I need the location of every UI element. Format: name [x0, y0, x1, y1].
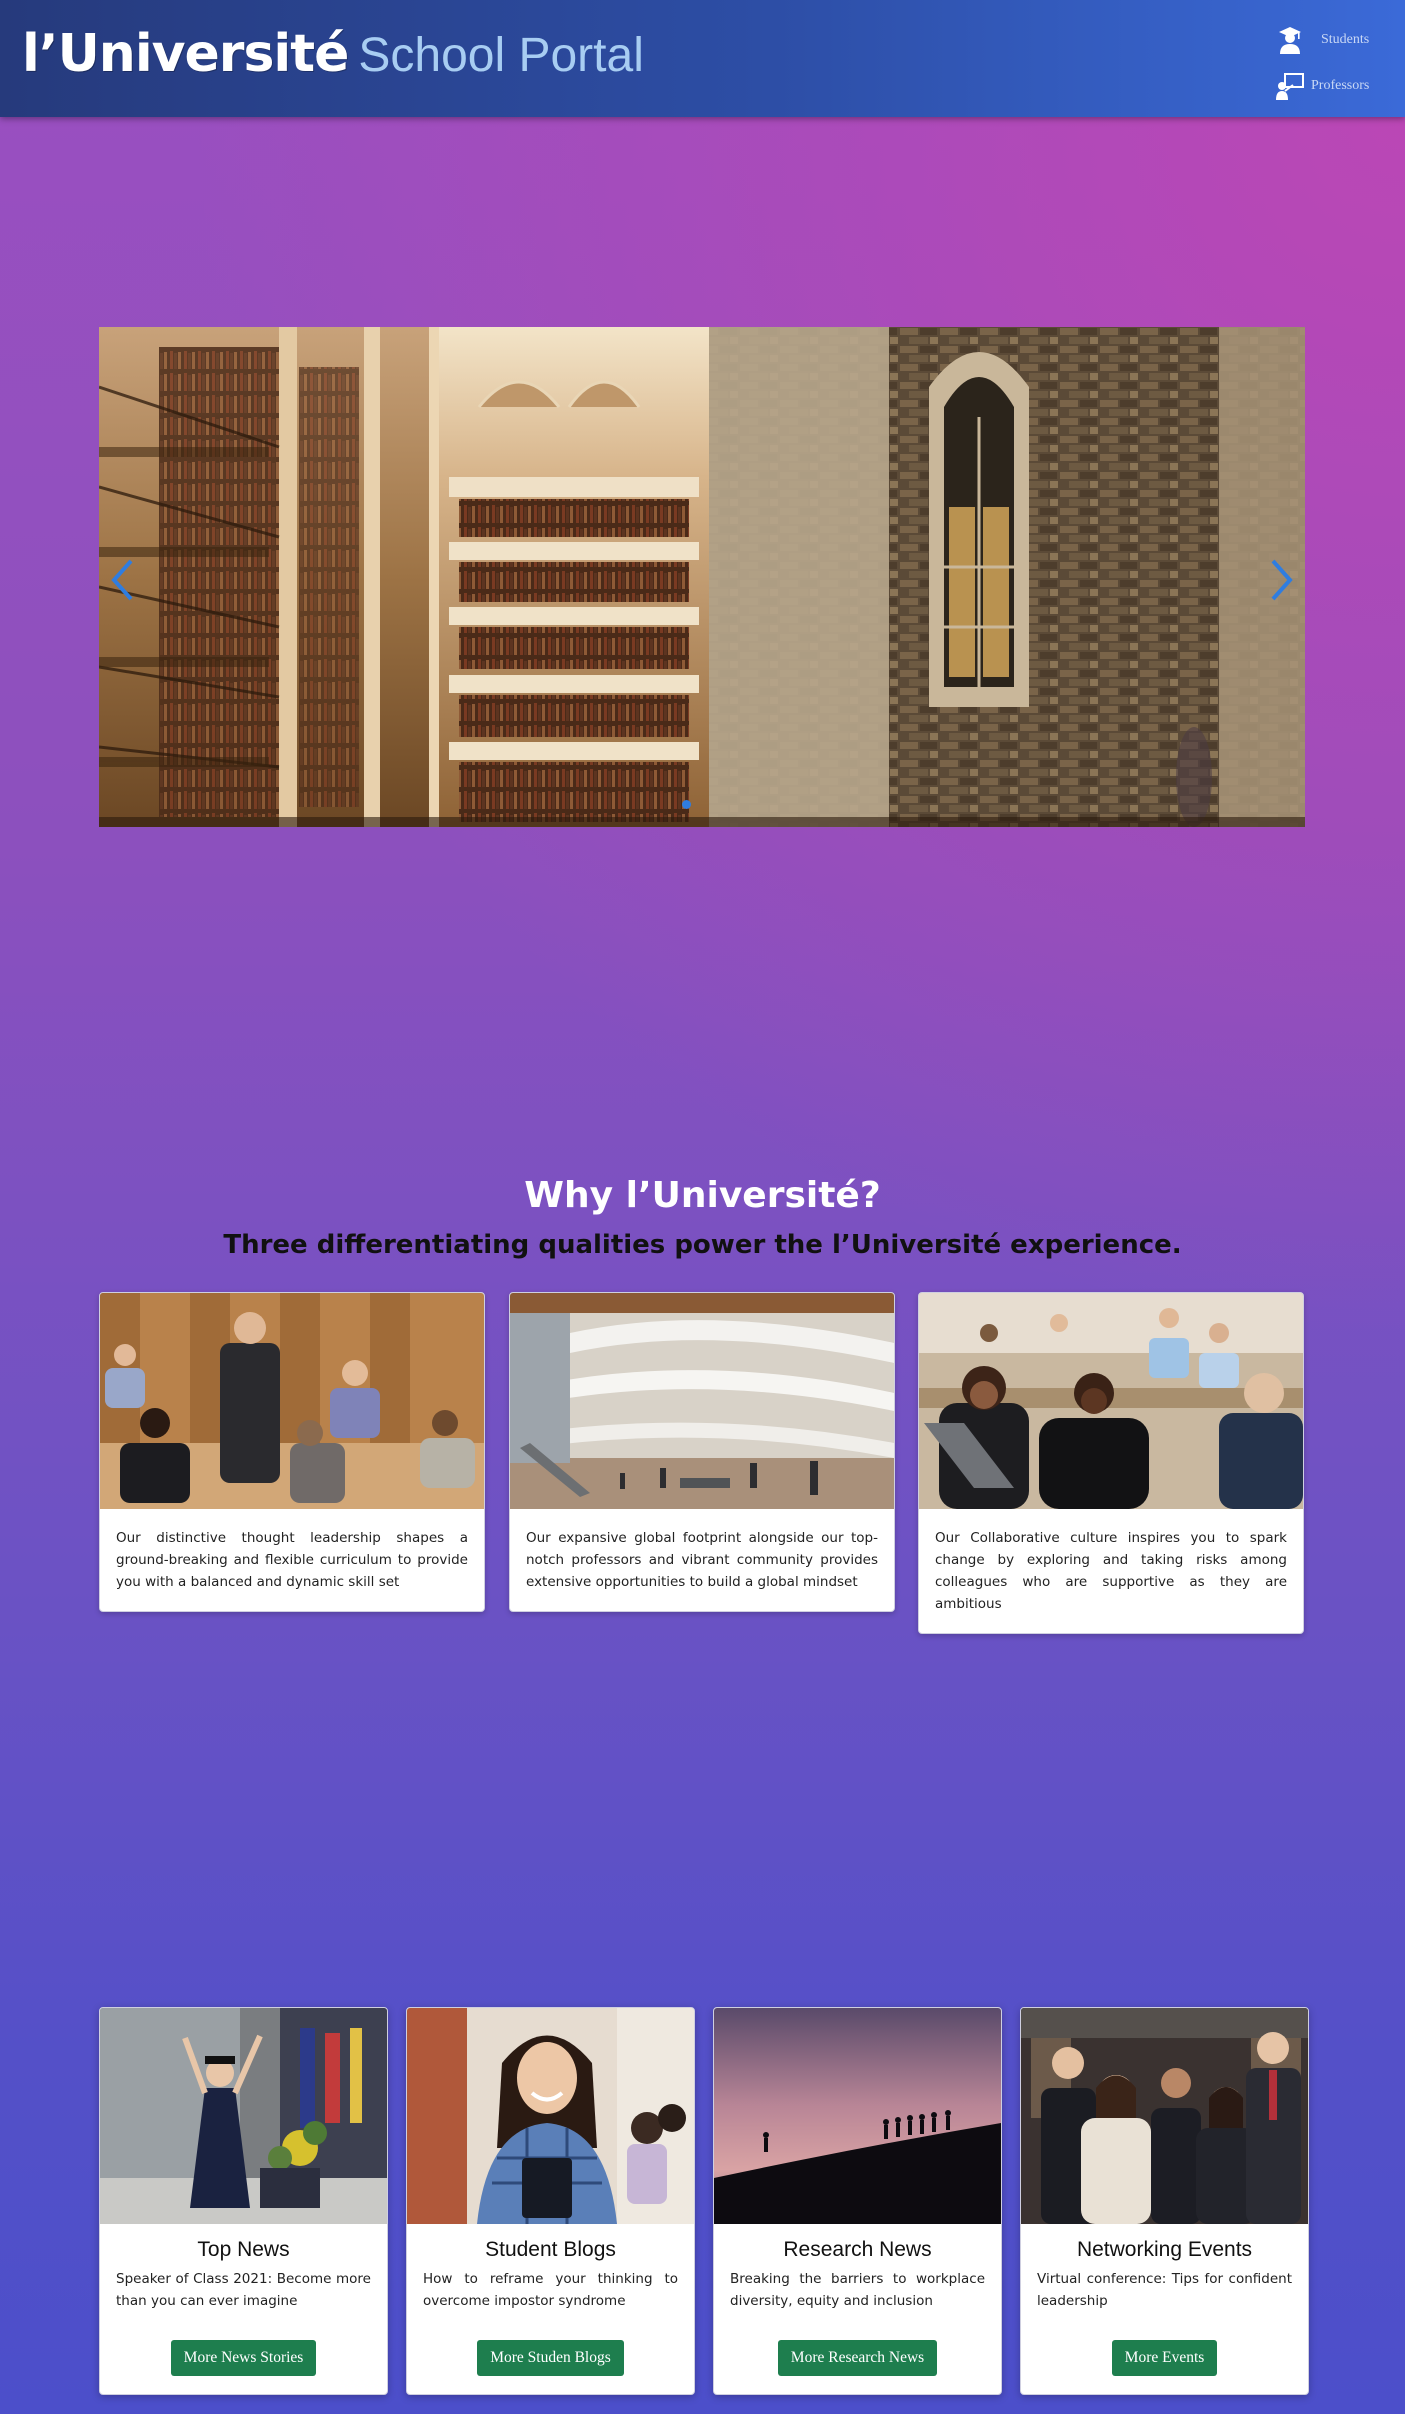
- news-card-student-blogs: Student Blogs How to reframe your thinki…: [406, 2007, 695, 2395]
- why-title: Why l’Université?: [524, 1175, 881, 1216]
- more-events-button[interactable]: More Events: [1111, 2340, 1218, 2376]
- brand-portal-text: School Portal: [358, 29, 644, 82]
- professionals-group-photo: [1021, 2008, 1308, 2224]
- hill-silhouette-photo: [714, 2008, 1001, 2224]
- quality-card: Our expansive global footprint alongside…: [509, 1292, 895, 1612]
- brand-name: l’Université: [22, 24, 349, 84]
- student-icon: [1279, 27, 1301, 54]
- nav-professors-label: Professors: [1311, 78, 1370, 93]
- nav-professors[interactable]: Professors: [1275, 66, 1395, 106]
- carousel-indicator-dot[interactable]: [682, 800, 691, 809]
- quality-card-text: Our distinctive thought leadership shape…: [116, 1530, 468, 1590]
- news-card-text: Virtual conference: Tips for confident l…: [1037, 2271, 1292, 2309]
- professor-icon: [1276, 73, 1304, 100]
- quality-card-text: Our Collaborative culture inspires you t…: [935, 1530, 1287, 1612]
- news-card-title: Networking Events: [1076, 2238, 1253, 2261]
- nav-students-label: Students: [1321, 32, 1370, 47]
- chevron-left-icon[interactable]: [105, 555, 141, 605]
- news-card-text: Breaking the barriers to workplace diver…: [730, 2271, 985, 2309]
- news-card-title: Student Blogs: [485, 2238, 616, 2261]
- student-portrait-photo: [407, 2008, 694, 2224]
- graduate-celebration-photo: [100, 2008, 387, 2224]
- why-subtitle: Three differentiating qualities power th…: [223, 1230, 1182, 1260]
- more-news-stories-button[interactable]: More News Stories: [170, 2340, 317, 2376]
- quality-card-text: Our expansive global footprint alongside…: [526, 1530, 878, 1590]
- brand-logo[interactable]: l’Université School Portal: [22, 24, 644, 84]
- classroom-lecture-photo: [100, 1293, 484, 1509]
- header-nav: Students Professors: [1275, 20, 1395, 112]
- news-card-title: Top News: [197, 2238, 290, 2261]
- news-card-text: How to reframe your thinking to overcome…: [423, 2271, 678, 2309]
- student-discussion-photo: [919, 1293, 1303, 1509]
- library-campus-photo: [99, 327, 1305, 827]
- site-header: l’Université School Portal Students Profe…: [0, 0, 1405, 117]
- news-card-research-news: Research News Breaking the barriers to w…: [713, 2007, 1002, 2395]
- news-card-networking-events: Networking Events Virtual conference: Ti…: [1020, 2007, 1309, 2395]
- news-card-title: Research News: [783, 2238, 932, 2261]
- hero-carousel: [99, 327, 1305, 827]
- quality-card: Our Collaborative culture inspires you t…: [918, 1292, 1304, 1634]
- nav-students[interactable]: Students: [1275, 20, 1395, 60]
- campus-atrium-photo: [510, 1293, 894, 1509]
- news-card-top-news: Top News Speaker of Class 2021: Become m…: [99, 2007, 388, 2395]
- quality-card: Our distinctive thought leadership shape…: [99, 1292, 485, 1612]
- more-research-news-button[interactable]: More Research News: [777, 2340, 938, 2376]
- news-card-text: Speaker of Class 2021: Become more than …: [116, 2271, 371, 2309]
- more-student-blogs-button[interactable]: More Studen Blogs: [477, 2340, 624, 2376]
- chevron-right-icon[interactable]: [1263, 555, 1299, 605]
